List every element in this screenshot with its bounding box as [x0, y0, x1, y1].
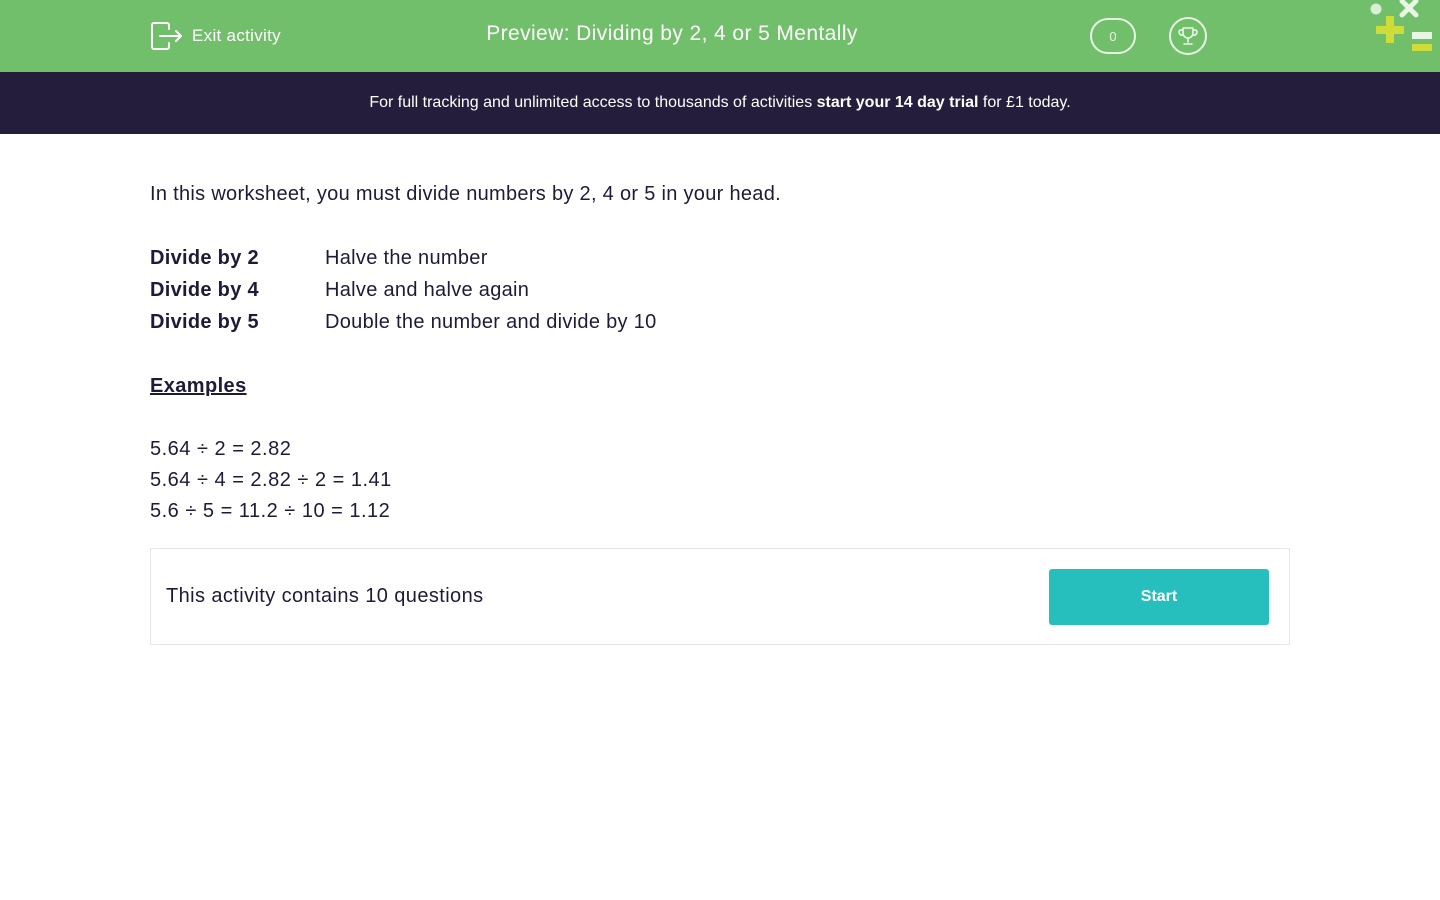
- example-line: 5.6 ÷ 5 = 11.2 ÷ 10 = 1.12: [150, 500, 391, 522]
- rule-value: Halve and halve again: [325, 278, 530, 301]
- intro-text: In this worksheet, you must divide numbe…: [150, 183, 782, 205]
- rule-value: Double the number and divide by 10: [325, 310, 657, 333]
- math-symbols-logo: [1370, 0, 1432, 51]
- trial-text-end: for £1 today.: [978, 94, 1071, 111]
- activity-summary: This activity contains 10 questions: [166, 585, 484, 607]
- example-line: 5.64 ÷ 2 = 2.82: [150, 438, 292, 460]
- worksheet-content: In this worksheet, you must divide numbe…: [150, 180, 1290, 527]
- activity-card: This activity contains 10 questions Star…: [150, 548, 1290, 645]
- rule-key: Divide by 5: [150, 310, 259, 333]
- examples-list: 5.64 ÷ 2 = 2.82 5.64 ÷ 4 = 2.82 ÷ 2 = 1.…: [150, 434, 1290, 527]
- examples-heading: Examples: [150, 375, 247, 397]
- top-header: Exit activity Preview: Dividing by 2, 4 …: [0, 0, 1440, 72]
- trial-link[interactable]: start your 14 day trial: [817, 94, 979, 111]
- rule-value: Halve the number: [325, 246, 488, 269]
- rule-row: Divide by 5 Double the number and divide…: [150, 306, 1290, 338]
- rule-key: Divide by 2: [150, 246, 259, 269]
- rule-row: Divide by 4 Halve and halve again: [150, 274, 1290, 306]
- score-counter: 0: [1090, 18, 1136, 54]
- rules-list: Divide by 2 Halve the number Divide by 4…: [150, 242, 1290, 338]
- trial-banner: For full tracking and unlimited access t…: [0, 72, 1440, 134]
- trophy-button[interactable]: [1169, 17, 1207, 55]
- start-button[interactable]: Start: [1049, 569, 1269, 625]
- rule-key: Divide by 4: [150, 278, 259, 301]
- trial-text-start: For full tracking and unlimited access t…: [369, 94, 817, 111]
- trial-banner-text: For full tracking and unlimited access t…: [369, 94, 1070, 112]
- trophy-icon: [1178, 27, 1198, 45]
- example-line: 5.64 ÷ 4 = 2.82 ÷ 2 = 1.41: [150, 469, 392, 491]
- page-title: Preview: Dividing by 2, 4 or 5 Mentally: [486, 22, 858, 45]
- rule-row: Divide by 2 Halve the number: [150, 242, 1290, 274]
